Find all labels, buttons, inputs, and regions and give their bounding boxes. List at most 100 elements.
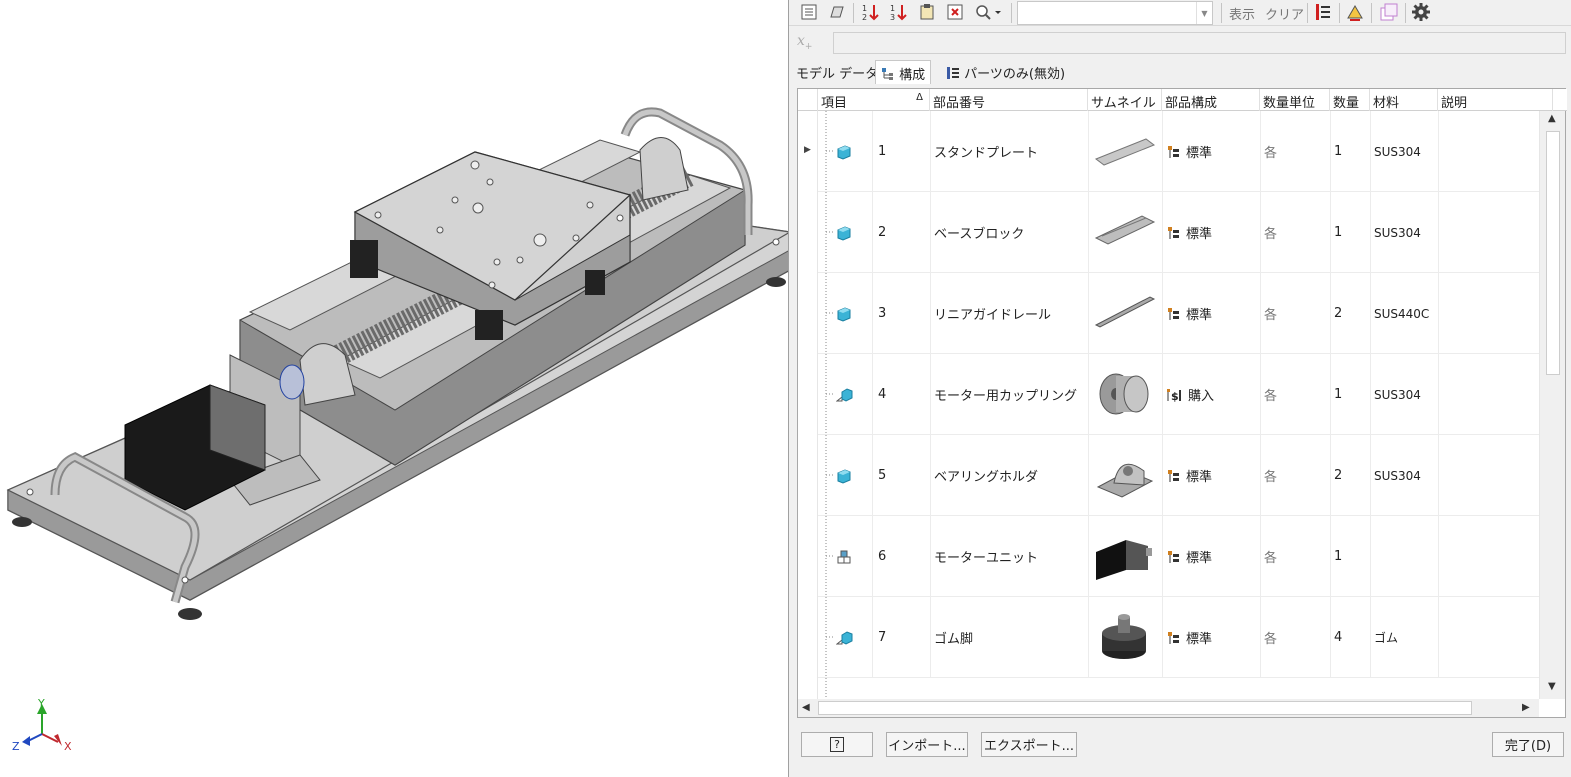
parts-list-icon — [947, 67, 959, 79]
part-number: リニアガイドレール — [934, 308, 1052, 323]
quantity: 2 — [1334, 306, 1343, 321]
bom-structure[interactable]: 標準 — [1162, 273, 1260, 354]
column-header-qty[interactable]: 数量 — [1330, 89, 1370, 111]
material: SUS440C — [1374, 306, 1430, 321]
row-header[interactable] — [798, 192, 818, 273]
override-icon[interactable] — [915, 1, 939, 23]
formula-bar: x+ — [789, 30, 1571, 56]
table-row[interactable] — [798, 678, 1539, 699]
row-type-icon — [832, 111, 872, 192]
expression-icon[interactable]: x+ — [797, 33, 823, 53]
view-filter-combo[interactable]: ▼ — [1017, 1, 1213, 25]
table-row[interactable]: 6 モーターユニット 標準各 1 — [798, 516, 1539, 597]
block-thumbnail — [1088, 192, 1162, 273]
description — [1438, 354, 1538, 435]
unit: 各 — [1264, 551, 1278, 566]
row-header[interactable] — [798, 273, 818, 354]
column-header-part-number[interactable]: 部品番号 — [930, 89, 1088, 111]
horizontal-scrollbar[interactable]: ◀ ▶ — [798, 699, 1539, 717]
renumber-icon[interactable]: 13 — [887, 1, 911, 23]
unit: 各 — [1264, 227, 1278, 242]
clear-button[interactable]: クリア — [1265, 4, 1304, 23]
table-row[interactable]: 2 ベースブロック 標準各 1 SUS304 — [798, 192, 1539, 273]
bom-structure[interactable]: $ 購入 — [1162, 354, 1260, 435]
scroll-up-icon[interactable]: ▲ — [1548, 113, 1556, 124]
bom-toolbar: 12 13 ▼ 表示 クリア — [789, 0, 1571, 26]
view-options-icon[interactable] — [797, 1, 821, 23]
copy-table-icon[interactable] — [1377, 1, 1401, 23]
unit: 各 — [1264, 308, 1278, 323]
find-icon[interactable] — [971, 1, 1005, 23]
bom-structure[interactable]: 標準 — [1162, 597, 1260, 678]
export-table-icon[interactable] — [943, 1, 967, 23]
material: SUS304 — [1374, 387, 1421, 402]
expression-input[interactable] — [833, 32, 1566, 54]
done-button[interactable]: 完了(D) — [1492, 732, 1564, 757]
column-header-unit[interactable]: 数量単位 — [1260, 89, 1330, 111]
row-header[interactable] — [798, 678, 818, 699]
rail-thumbnail — [1088, 273, 1162, 354]
scroll-right-icon[interactable]: ▶ — [1522, 702, 1530, 713]
column-header-item[interactable]: 項目 Δ — [818, 89, 930, 111]
tab-parts-only[interactable]: パーツのみ(無効) — [941, 60, 1070, 84]
row-header[interactable] — [798, 516, 818, 597]
row-type-icon — [832, 354, 872, 435]
description — [1438, 273, 1538, 354]
item-number: 4 — [878, 387, 887, 402]
scroll-thumb[interactable] — [1546, 131, 1560, 375]
axis-label-z: Z — [12, 740, 20, 753]
column-chooser-icon[interactable] — [1311, 1, 1335, 23]
part-number-merge-icon[interactable] — [1343, 1, 1367, 23]
table-header: 項目 Δ 部品番号 サムネイル 部品構成 数量単位 数量 材料 説明 — [798, 89, 1567, 111]
view-button[interactable]: 表示 — [1229, 4, 1255, 23]
model-viewport[interactable]: Y X Z — [0, 0, 788, 777]
table-row[interactable]: 5 ベアリングホルダ 標準各 2 SUS304 — [798, 435, 1539, 516]
scroll-thumb-horizontal[interactable] — [818, 701, 1472, 715]
column-header-material[interactable]: 材料 — [1370, 89, 1438, 111]
material — [1370, 516, 1438, 597]
item-number: 1 — [878, 144, 887, 159]
bom-panel: 12 13 ▼ 表示 クリア x+ モデル データ 構成 パーツのみ(無効) 項… — [788, 0, 1571, 777]
description — [1438, 516, 1538, 597]
part-number: ベースブロック — [934, 227, 1025, 242]
quantity: 2 — [1334, 468, 1343, 483]
bom-standard-icon — [1168, 145, 1179, 158]
help-button[interactable]: ? — [801, 732, 873, 757]
bom-structure[interactable]: 標準 — [1162, 516, 1260, 597]
column-header-thumbnail[interactable]: サムネイル — [1088, 89, 1162, 111]
bom-standard-icon — [1168, 469, 1179, 482]
column-header-description[interactable]: 説明 — [1438, 89, 1553, 111]
bom-purchased-icon: $ — [1167, 388, 1181, 403]
table-row[interactable]: ▶ 1 スタンドプレート 標準各 1 SUS304 — [798, 111, 1539, 192]
scroll-down-icon[interactable]: ▼ — [1548, 681, 1556, 692]
scroll-left-icon[interactable]: ◀ — [802, 702, 810, 713]
bom-structure[interactable]: 標準 — [1162, 192, 1260, 273]
description — [1438, 435, 1538, 516]
tab-model-data[interactable]: モデル データ — [791, 60, 883, 84]
table-row[interactable]: 3 リニアガイドレール 標準各 2 SUS440C — [798, 273, 1539, 354]
sort-ascending-icon[interactable]: 12 — [859, 1, 883, 23]
tab-structured[interactable]: 構成 — [875, 60, 932, 84]
gear-icon[interactable] — [1409, 1, 1433, 23]
row-type-icon — [832, 597, 872, 678]
bom-structure[interactable]: 標準 — [1162, 435, 1260, 516]
part-number: モーターユニット — [934, 551, 1039, 566]
row-header[interactable] — [798, 354, 818, 435]
part-number: モーター用カップリング — [934, 389, 1078, 404]
table-row[interactable]: 4 モーター用カップリング $ 購入各 1 SUS304 — [798, 354, 1539, 435]
row-pointer-icon: ▶ — [804, 145, 811, 155]
edit-icon[interactable] — [825, 1, 849, 23]
column-header-bom-structure[interactable]: 部品構成 — [1162, 89, 1260, 111]
export-button[interactable]: エクスポート... — [981, 732, 1077, 757]
row-header[interactable]: ▶ — [798, 111, 818, 192]
chevron-down-icon: ▼ — [1196, 2, 1212, 24]
item-number: 3 — [878, 306, 887, 321]
import-button[interactable]: インポート... — [886, 732, 968, 757]
bom-structure[interactable]: 標準 — [1162, 111, 1260, 192]
material: SUS304 — [1374, 225, 1421, 240]
vertical-scrollbar[interactable]: ▲ ▼ — [1539, 111, 1565, 699]
row-header[interactable] — [798, 597, 818, 678]
row-header[interactable] — [798, 435, 818, 516]
svg-text:$: $ — [1171, 390, 1179, 403]
table-row[interactable]: 7 ゴム脚 標準各 4 ゴム — [798, 597, 1539, 678]
